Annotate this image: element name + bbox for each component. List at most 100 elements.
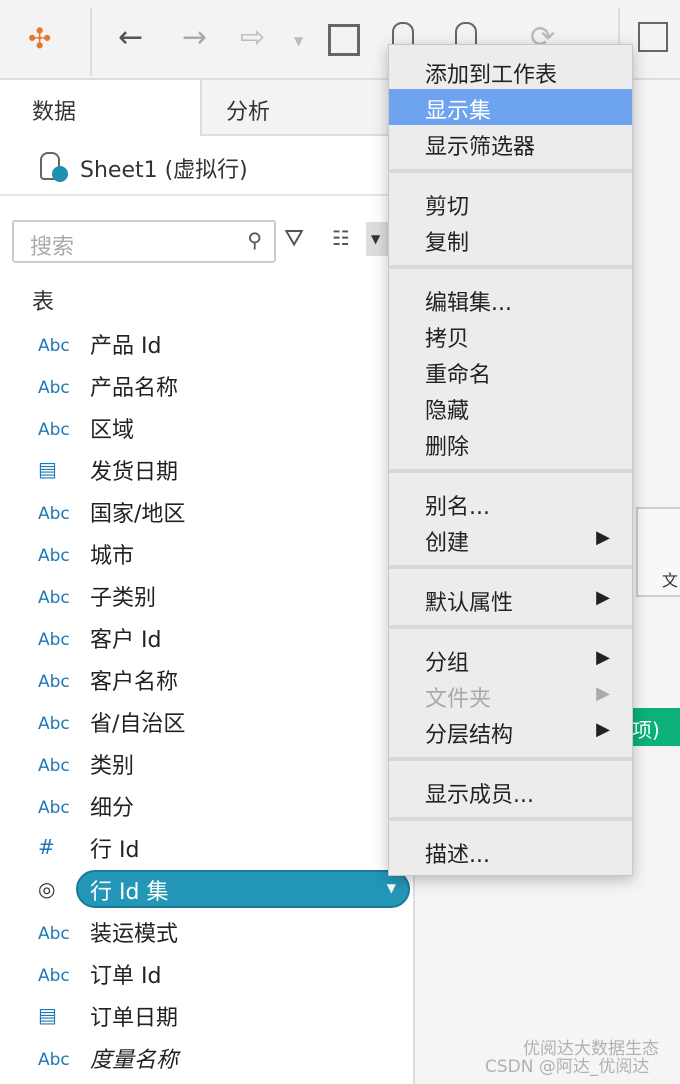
field-item[interactable]: Abc 订单 Id xyxy=(0,954,415,994)
menu-item[interactable]: 剪切 xyxy=(389,185,632,221)
menu-item[interactable]: 拷贝 xyxy=(389,317,632,353)
field-item[interactable]: Abc 区域 xyxy=(0,408,415,448)
field-name: 细分 xyxy=(90,796,135,821)
field-item[interactable]: Abc 城市 xyxy=(0,534,415,574)
menu-item[interactable]: 删除 xyxy=(389,425,632,461)
abc-icon: Abc xyxy=(38,672,70,692)
data-pane: 数据 分析 Sheet1 (虚拟行) 搜索 ⚲ ⛛ ☷ ▼ 表 Abc 产品 Id… xyxy=(0,80,415,1084)
abc-icon: Abc xyxy=(38,966,70,986)
menu-item[interactable]: 别名... xyxy=(389,485,632,521)
field-name: 子类别 xyxy=(90,586,157,611)
search-input[interactable]: 搜索 ⚲ xyxy=(12,220,276,263)
field-item[interactable]: Abc 装运模式 xyxy=(0,912,415,952)
search-icon: ⚲ xyxy=(247,228,262,252)
green-pill-label: 项) xyxy=(632,718,660,742)
field-item[interactable]: Abc 度量名称 xyxy=(0,1038,415,1078)
field-name: 省/自治区 xyxy=(90,712,186,737)
field-item[interactable]: Abc 客户名称 xyxy=(0,660,415,700)
menu-item[interactable]: 显示集 xyxy=(389,89,632,125)
menu-item[interactable]: 隐藏 xyxy=(389,389,632,425)
menu-item[interactable]: 显示筛选器 xyxy=(389,125,632,161)
abc-icon: Abc xyxy=(38,420,70,440)
field-name: 类别 xyxy=(90,754,135,779)
menu-item[interactable]: 重命名 xyxy=(389,353,632,389)
field-name: 客户名称 xyxy=(90,670,179,695)
new-worksheet-icon[interactable] xyxy=(638,22,668,52)
abc-icon: Abc xyxy=(38,546,70,566)
forward-icon[interactable]: → xyxy=(182,20,207,55)
abc-icon: Abc xyxy=(38,798,70,818)
field-name: 城市 xyxy=(90,544,135,569)
abc-icon: Abc xyxy=(38,504,70,524)
menu-item-label: 剪切 xyxy=(425,195,470,220)
list-view-icon[interactable]: ☷ xyxy=(332,226,350,250)
card-label: 文 xyxy=(662,571,679,590)
field-item[interactable]: Abc 产品 Id xyxy=(0,324,415,364)
field-item[interactable]: Abc 细分 xyxy=(0,786,415,826)
abc-icon: Abc xyxy=(38,924,70,944)
save-icon[interactable] xyxy=(328,24,360,56)
menu-item[interactable]: 分组 ▶ xyxy=(389,641,632,677)
field-name: 行 Id 集 xyxy=(90,880,169,905)
menu-item[interactable]: 创建 ▶ xyxy=(389,521,632,557)
pill-dropdown-icon[interactable]: ▼ xyxy=(387,881,396,895)
dropdown-icon[interactable]: ▼ xyxy=(366,222,390,256)
field-item[interactable]: Abc 类别 xyxy=(0,744,415,784)
menu-separator xyxy=(389,265,632,269)
green-pill: 项) xyxy=(632,708,680,746)
menu-item[interactable]: 默认属性 ▶ xyxy=(389,581,632,617)
menu-item[interactable]: 显示成员... xyxy=(389,773,632,809)
tab-analysis[interactable]: 分析 xyxy=(200,80,415,136)
menu-item-label: 添加到工作表 xyxy=(425,63,558,88)
submenu-arrow-icon: ▶ xyxy=(596,647,610,668)
field-item[interactable]: Abc 产品名称 xyxy=(0,366,415,406)
menu-item-label: 显示集 xyxy=(425,99,492,124)
field-name: 产品名称 xyxy=(90,376,179,401)
menu-item-label: 删除 xyxy=(425,435,470,460)
field-item[interactable]: Abc 客户 Id xyxy=(0,618,415,658)
submenu-arrow-icon: ▶ xyxy=(596,719,610,740)
menu-item[interactable]: 添加到工作表 xyxy=(389,53,632,89)
menu-item: 文件夹 ▶ xyxy=(389,677,632,713)
field-item[interactable]: Abc 国家/地区 xyxy=(0,492,415,532)
field-item[interactable]: # 行 Id xyxy=(0,828,415,868)
menu-item[interactable]: 分层结构 ▶ xyxy=(389,713,632,749)
menu-item-label: 隐藏 xyxy=(425,399,470,424)
menu-separator xyxy=(389,169,632,173)
number-icon: # xyxy=(38,835,55,859)
datasource-row[interactable]: Sheet1 (虚拟行) xyxy=(0,136,415,196)
section-label: 表 xyxy=(32,290,55,315)
set-icon: ◎ xyxy=(38,877,56,901)
submenu-arrow-icon: ▶ xyxy=(596,587,610,608)
tab-data[interactable]: 数据 xyxy=(0,80,200,136)
field-item[interactable]: ▤ 订单日期 xyxy=(0,996,415,1036)
back-icon[interactable]: ← xyxy=(118,20,143,55)
field-name: 装运模式 xyxy=(90,922,179,947)
menu-item-label: 编辑集... xyxy=(425,291,512,316)
menu-item[interactable]: 编辑集... xyxy=(389,281,632,317)
menu-item-label: 分层结构 xyxy=(425,723,514,748)
calendar-icon: ▤ xyxy=(38,1003,57,1027)
field-item[interactable]: ▤ 发货日期 xyxy=(0,450,415,490)
field-item[interactable]: Abc 子类别 xyxy=(0,576,415,616)
menu-item-label: 别名... xyxy=(425,495,490,520)
abc-icon: Abc xyxy=(38,336,70,356)
menu-separator xyxy=(389,757,632,761)
divider xyxy=(90,8,92,76)
field-item[interactable]: ◎ ▼ 行 Id 集 xyxy=(0,870,415,910)
redo-icon[interactable]: ⇨ xyxy=(240,20,265,55)
field-name: 度量名称 xyxy=(90,1048,179,1073)
redo-dropdown-icon[interactable]: ▼ xyxy=(294,34,303,48)
filter-icon[interactable]: ⛛ xyxy=(284,224,304,252)
abc-icon: Abc xyxy=(38,588,70,608)
field-name: 订单 Id xyxy=(90,964,162,989)
submenu-arrow-icon: ▶ xyxy=(596,527,610,548)
check-badge xyxy=(52,166,68,182)
tableau-logo-icon[interactable]: ✣ xyxy=(28,22,51,55)
menu-item[interactable]: 描述... xyxy=(389,833,632,869)
field-name: 发货日期 xyxy=(90,460,179,485)
right-card: 文 xyxy=(636,507,680,597)
submenu-arrow-icon: ▶ xyxy=(596,683,610,704)
field-item[interactable]: Abc 省/自治区 xyxy=(0,702,415,742)
menu-item[interactable]: 复制 xyxy=(389,221,632,257)
